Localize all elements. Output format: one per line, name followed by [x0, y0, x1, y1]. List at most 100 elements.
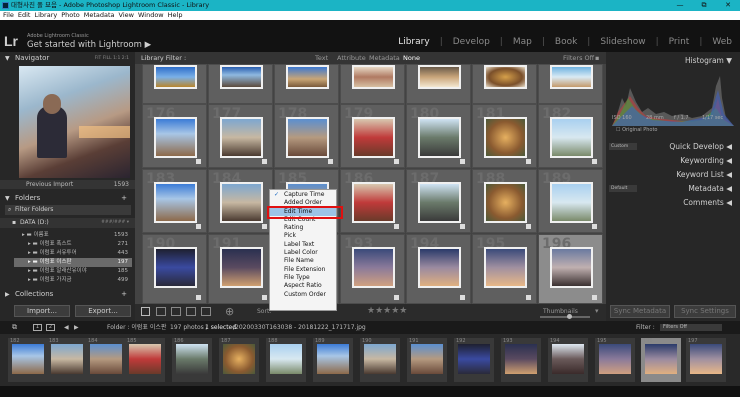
filter-tab-metadata[interactable]: Metadata	[369, 52, 400, 64]
filmstrip-thumbnail[interactable]	[552, 344, 584, 374]
photo-thumbnail[interactable]	[286, 65, 329, 89]
grid-cell[interactable]	[142, 64, 207, 104]
grid-cell[interactable]: 182	[538, 104, 603, 168]
filmstrip-cell[interactable]: 189	[313, 338, 353, 382]
edit-badge-icon[interactable]	[394, 159, 399, 164]
filmstrip-thumbnail[interactable]	[411, 344, 443, 374]
filmstrip-thumbnail[interactable]	[690, 344, 722, 374]
filmstrip-thumbnail[interactable]	[458, 344, 490, 374]
photo-thumbnail[interactable]	[352, 117, 395, 158]
menu-item-custom-order[interactable]: Custom Order	[270, 291, 336, 299]
grid-cell[interactable]: 189	[538, 169, 603, 233]
edit-badge-icon[interactable]	[196, 295, 201, 300]
photo-thumbnail[interactable]	[550, 117, 593, 158]
thumbnail-size-slider[interactable]	[540, 316, 590, 318]
edit-badge-icon[interactable]	[592, 295, 597, 300]
edit-badge-icon[interactable]	[196, 224, 201, 229]
edit-badge-icon[interactable]	[196, 159, 201, 164]
menu-metadata[interactable]: Metadata	[84, 11, 115, 20]
grid-view-icon[interactable]	[141, 307, 150, 316]
folder-row[interactable]: ▸ ▬ 이럼표 폭스트 271	[14, 240, 132, 249]
photo-thumbnail[interactable]	[154, 117, 197, 158]
grid-cell[interactable]: 193	[340, 234, 405, 304]
grid-cell[interactable]: 187	[406, 169, 471, 233]
photo-thumbnail[interactable]	[154, 65, 197, 89]
forward-arrow-icon[interactable]: ▶	[74, 321, 79, 334]
photo-thumbnail[interactable]	[352, 182, 395, 223]
edit-badge-icon[interactable]	[328, 159, 333, 164]
quick-develop-header[interactable]: Quick Develop ◀	[669, 142, 732, 151]
grid-cell[interactable]: 178	[274, 104, 339, 168]
grid-cell[interactable]	[274, 64, 339, 104]
histogram-header[interactable]: Histogram ▼	[685, 56, 732, 65]
metadata-header[interactable]: Metadata ◀	[688, 184, 732, 193]
photo-thumbnail[interactable]	[154, 182, 197, 223]
edit-badge-icon[interactable]	[394, 295, 399, 300]
photo-thumbnail[interactable]	[352, 247, 395, 288]
filmstrip-thumbnail[interactable]	[270, 344, 302, 374]
grid-cell[interactable]: 195	[472, 234, 537, 304]
menu-item-label-text[interactable]: Label Text	[270, 241, 336, 249]
filmstrip-cell[interactable]: 182	[8, 338, 48, 382]
menu-view[interactable]: View	[119, 11, 134, 20]
rating-stars[interactable]: ★★★★★	[367, 306, 407, 316]
page-1-button[interactable]: 1	[33, 324, 42, 331]
photo-thumbnail[interactable]	[484, 65, 527, 89]
filmstrip-thumbnail[interactable]	[364, 344, 396, 374]
grid-cell[interactable]	[208, 64, 273, 104]
grid-cell[interactable]: 180	[406, 104, 471, 168]
navigator-header[interactable]: ▼ Navigator FIT FILL 1:1 2:1	[0, 53, 135, 64]
edit-badge-icon[interactable]	[526, 295, 531, 300]
filmstrip-thumbnail[interactable]	[317, 344, 349, 374]
spray-can-icon[interactable]: ⊕	[225, 305, 234, 318]
get-started-link[interactable]: Get started with Lightroom ▶	[27, 40, 151, 50]
second-window-icon[interactable]: ⧉	[12, 321, 17, 334]
filter-folders-field[interactable]: ⌕ Filter Folders	[5, 205, 131, 215]
photo-thumbnail[interactable]	[286, 117, 329, 158]
module-book[interactable]: Book	[555, 37, 577, 47]
filmstrip-cell[interactable]: 188	[266, 338, 306, 382]
collections-header[interactable]: ▶ Collections +	[0, 289, 135, 300]
export-button[interactable]: Export...	[75, 305, 131, 317]
add-folder-icon[interactable]: +	[121, 193, 127, 204]
edit-badge-icon[interactable]	[460, 159, 465, 164]
filmstrip-cell[interactable]: 187	[219, 338, 259, 382]
maximize-button[interactable]: ⧉	[692, 0, 716, 11]
grid-cell[interactable]: 181	[472, 104, 537, 168]
filmstrip-cell[interactable]: 184	[86, 338, 126, 382]
grid-cell[interactable]	[406, 64, 471, 104]
filmstrip-filter-select[interactable]: Filters Off	[660, 324, 722, 331]
original-photo-label[interactable]: ☐ Original Photo	[616, 127, 658, 133]
menu-edit[interactable]: Edit	[18, 11, 31, 20]
sync-settings-button[interactable]: Sync Settings	[674, 305, 736, 318]
import-button[interactable]: Import...	[14, 305, 70, 317]
photo-thumbnail[interactable]	[484, 247, 527, 288]
filmstrip-cell[interactable]: 196	[641, 338, 681, 382]
edit-badge-icon[interactable]	[592, 224, 597, 229]
filmstrip-thumbnail[interactable]	[12, 344, 44, 374]
grid-cell[interactable]: 196	[538, 234, 603, 304]
menu-file[interactable]: File	[3, 11, 14, 20]
grid-cell[interactable]: 177	[208, 104, 273, 168]
photo-thumbnail[interactable]	[154, 247, 197, 288]
toolbar-menu-icon[interactable]: ▾	[595, 307, 599, 315]
menu-window[interactable]: Window	[138, 11, 164, 20]
edit-badge-icon[interactable]	[526, 159, 531, 164]
volume-row[interactable]: ▪ DATA (D:) ###/### ▾	[0, 218, 135, 228]
add-collection-icon[interactable]: +	[121, 289, 127, 300]
photo-thumbnail[interactable]	[550, 65, 593, 89]
grid-cell[interactable]: 183	[142, 169, 207, 233]
edit-badge-icon[interactable]	[262, 224, 267, 229]
filter-tab-none[interactable]: None	[403, 52, 420, 64]
grid-cell[interactable]: 194	[406, 234, 471, 304]
grid-cell[interactable]	[340, 64, 405, 104]
folders-header[interactable]: ▼ Folders +	[0, 193, 135, 204]
menu-photo[interactable]: Photo	[61, 11, 80, 20]
zoom-options[interactable]: FIT FILL 1:1 2:1	[95, 53, 129, 64]
filmstrip-thumbnail[interactable]	[223, 344, 255, 374]
keywording-header[interactable]: Keywording ◀	[680, 156, 732, 165]
photo-thumbnail[interactable]	[220, 65, 263, 89]
menu-library[interactable]: Library	[34, 11, 57, 20]
menu-item-edit-count[interactable]: Edit Count	[270, 216, 336, 224]
photo-thumbnail[interactable]	[484, 182, 527, 223]
